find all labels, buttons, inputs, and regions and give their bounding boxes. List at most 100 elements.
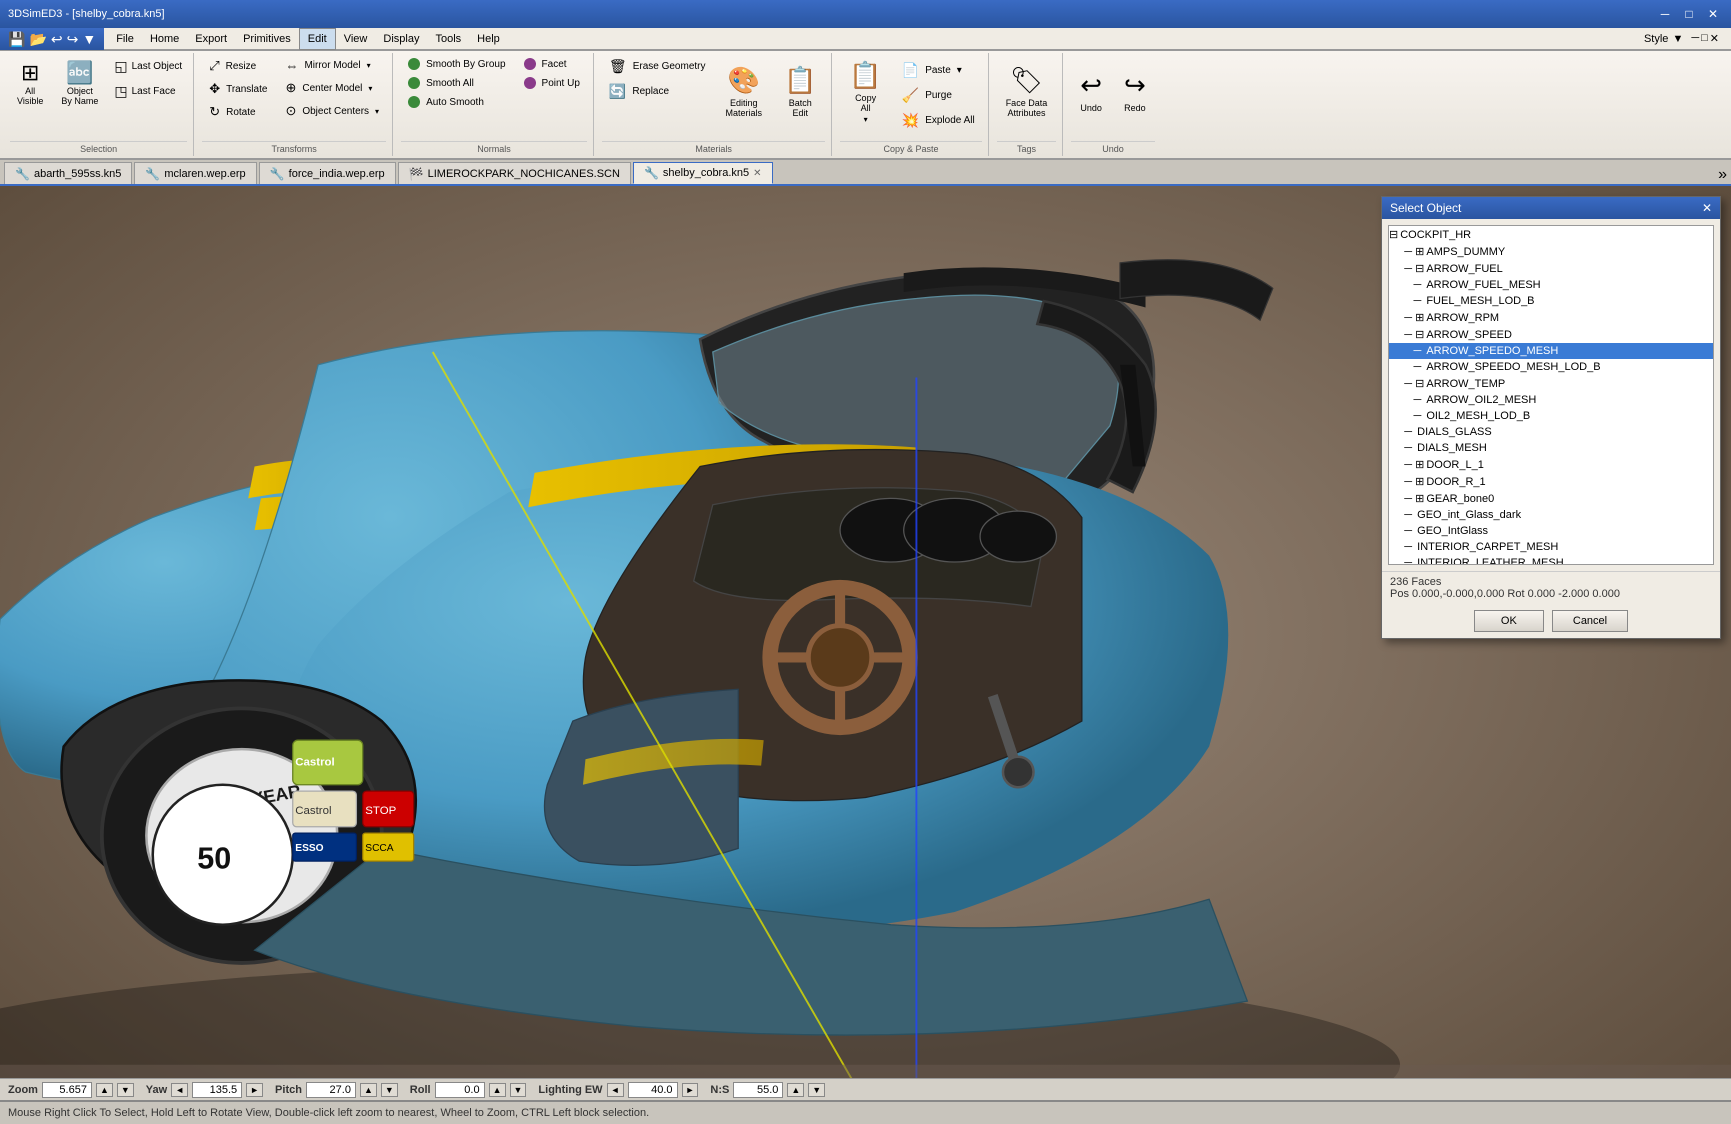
lighting-prev-button[interactable]: ◄: [607, 1083, 624, 1097]
tree-item-gear_bone0[interactable]: ─ ⊞GEAR_bone0: [1389, 490, 1713, 507]
style-dropdown[interactable]: Style ▼: [1644, 33, 1683, 45]
tree-item-cockpit_hr[interactable]: ⊟COCKPIT_HR: [1389, 226, 1713, 243]
tree-item-arrow_rpm[interactable]: ─ ⊞ARROW_RPM: [1389, 309, 1713, 326]
tree-item-geo_int_glass_dark[interactable]: ─ GEO_int_Glass_dark: [1389, 507, 1713, 523]
menu-edit[interactable]: Edit: [299, 28, 336, 50]
tree-item-door_l_1[interactable]: ─ ⊞DOOR_L_1: [1389, 456, 1713, 473]
yaw-next-button[interactable]: ►: [246, 1083, 263, 1097]
undo-button[interactable]: ↩ Undo: [1071, 55, 1111, 127]
translate-button[interactable]: ✥ Translate: [202, 78, 274, 100]
pitch-value[interactable]: 27.0: [306, 1082, 356, 1098]
close-button[interactable]: ✕: [1703, 4, 1723, 24]
inner-minimize[interactable]: ─: [1691, 32, 1699, 45]
pitch-down-button[interactable]: ▼: [381, 1083, 398, 1097]
erase-geometry-button[interactable]: 🗑 Erase Geometry: [602, 55, 713, 78]
zoom-down-button[interactable]: ▼: [117, 1083, 134, 1097]
point-up-button[interactable]: Point Up: [517, 74, 587, 92]
zoom-value[interactable]: 5.657: [42, 1082, 92, 1098]
menu-file[interactable]: File: [108, 28, 142, 50]
paste-button[interactable]: 📄 Paste ▾: [895, 59, 982, 82]
menu-home[interactable]: Home: [142, 28, 187, 50]
tab-force-india[interactable]: 🔧 force_india.wep.erp: [259, 162, 396, 184]
object-centers-button[interactable]: ⊙ Object Centers ▾: [278, 100, 386, 122]
tree-item-arrow_oil2_mesh[interactable]: ─ ARROW_OIL2_MESH: [1389, 392, 1713, 408]
roll-value[interactable]: 0.0: [435, 1082, 485, 1098]
dialog-cancel-button[interactable]: Cancel: [1552, 610, 1628, 632]
purge-button[interactable]: 🧹 Purge: [895, 84, 982, 107]
menu-tools[interactable]: Tools: [427, 28, 469, 50]
tree-item-interior_leather_mesh[interactable]: ─ INTERIOR_LEATHER_MESH: [1389, 555, 1713, 565]
tree-item-interior_carpet_mesh[interactable]: ─ INTERIOR_CARPET_MESH: [1389, 539, 1713, 555]
menu-export[interactable]: Export: [187, 28, 235, 50]
smooth-by-group-button[interactable]: Smooth By Group: [401, 55, 512, 73]
qa-undo-button[interactable]: ↩: [51, 31, 63, 48]
face-data-attributes-button[interactable]: 🏷 Face DataAttributes: [997, 55, 1057, 127]
editing-materials-button[interactable]: 🎨 EditingMaterials: [717, 55, 772, 127]
menu-primitives[interactable]: Primitives: [235, 28, 299, 50]
qa-dropdown-button[interactable]: ▼: [82, 31, 96, 47]
last-face-button[interactable]: ◳ Last Face: [109, 80, 187, 103]
tree-item-arrow_speedo_mesh[interactable]: ─ ARROW_SPEEDO_MESH: [1389, 343, 1713, 359]
smooth-all-button[interactable]: Smooth All: [401, 74, 512, 92]
roll-up-button[interactable]: ▲: [489, 1083, 506, 1097]
menu-view[interactable]: View: [336, 28, 376, 50]
yaw-prev-button[interactable]: ◄: [171, 1083, 188, 1097]
pitch-up-button[interactable]: ▲: [360, 1083, 377, 1097]
roll-down-button[interactable]: ▼: [510, 1083, 527, 1097]
tree-item-amps_dummy[interactable]: ─ ⊞AMPS_DUMMY: [1389, 243, 1713, 260]
facet-button[interactable]: Facet: [517, 55, 587, 73]
tab-shelby[interactable]: 🔧 shelby_cobra.kn5 ✕: [633, 162, 773, 184]
inner-close[interactable]: ✕: [1710, 32, 1719, 45]
replace-button[interactable]: 🔄 Replace: [602, 80, 713, 103]
tree-item-geo_intglass[interactable]: ─ GEO_IntGlass: [1389, 523, 1713, 539]
ns-down-button[interactable]: ▼: [808, 1083, 825, 1097]
inner-maximize[interactable]: □: [1701, 32, 1708, 45]
lighting-value[interactable]: 40.0: [628, 1082, 678, 1098]
object-by-name-button[interactable]: 🔤 ObjectBy Name: [54, 55, 105, 111]
viewport[interactable]: GOODYEAR 50 Castrol Castrol STOP ESSO SC…: [0, 186, 1731, 1078]
last-object-button[interactable]: ◱ Last Object: [109, 55, 187, 78]
redo-button[interactable]: ↪ Redo: [1115, 55, 1155, 127]
auto-smooth-button[interactable]: Auto Smooth: [401, 93, 512, 111]
tree-item-dials_mesh[interactable]: ─ DIALS_MESH: [1389, 440, 1713, 456]
rotate-button[interactable]: ↻ Rotate: [202, 101, 274, 123]
minimize-button[interactable]: ─: [1655, 4, 1675, 24]
tab-abarth[interactable]: 🔧 abarth_595ss.kn5: [4, 162, 132, 184]
tree-item-door_r_1[interactable]: ─ ⊞DOOR_R_1: [1389, 473, 1713, 490]
dialog-tree[interactable]: ⊟COCKPIT_HR ─ ⊞AMPS_DUMMY ─ ⊟ARROW_FUEL …: [1388, 225, 1714, 565]
tree-item-arrow_fuel_mesh[interactable]: ─ ARROW_FUEL_MESH: [1389, 277, 1713, 293]
ns-up-button[interactable]: ▲: [787, 1083, 804, 1097]
tree-item-arrow_speed[interactable]: ─ ⊟ARROW_SPEED: [1389, 326, 1713, 343]
qa-save-button[interactable]: 💾: [8, 31, 25, 48]
tabs-overflow-button[interactable]: »: [1718, 166, 1727, 184]
batch-edit-button[interactable]: 📋 BatchEdit: [775, 55, 825, 127]
tree-item-arrow_temp[interactable]: ─ ⊟ARROW_TEMP: [1389, 375, 1713, 392]
tree-item-oil2_mesh_lod_b[interactable]: ─ OIL2_MESH_LOD_B: [1389, 408, 1713, 424]
tree-item-arrow_speedo_mesh_lod_b[interactable]: ─ ARROW_SPEEDO_MESH_LOD_B: [1389, 359, 1713, 375]
dialog-close-button[interactable]: ✕: [1702, 201, 1712, 215]
tab-limerockpark[interactable]: 🏁 LIMEROCKPARK_NOCHICANES.SCN: [398, 162, 631, 184]
yaw-value[interactable]: 135.5: [192, 1082, 242, 1098]
menu-display[interactable]: Display: [375, 28, 427, 50]
qa-redo-button[interactable]: ↪: [67, 31, 79, 48]
dialog-ok-button[interactable]: OK: [1474, 610, 1544, 632]
center-model-button[interactable]: ⊕ Center Model ▾: [278, 77, 386, 99]
maximize-button[interactable]: □: [1679, 4, 1699, 24]
tree-item-arrow_fuel[interactable]: ─ ⊟ARROW_FUEL: [1389, 260, 1713, 277]
tab-shelby-close[interactable]: ✕: [753, 168, 761, 179]
menu-help[interactable]: Help: [469, 28, 508, 50]
qa-open-button[interactable]: 📂: [29, 31, 46, 48]
tree-item-fuel_mesh_lod_b[interactable]: ─ FUEL_MESH_LOD_B: [1389, 293, 1713, 309]
copy-all-button[interactable]: 📋 CopyAll ▾: [840, 55, 890, 129]
ns-value[interactable]: 55.0: [733, 1082, 783, 1098]
tree-item-dials_glass[interactable]: ─ DIALS_GLASS: [1389, 424, 1713, 440]
tab-mclaren[interactable]: 🔧 mclaren.wep.erp: [134, 162, 256, 184]
mirror-model-button[interactable]: ⇔ Mirror Model ▾: [278, 55, 386, 76]
all-visible-button[interactable]: ⊞ AllVisible: [10, 55, 50, 111]
resize-button[interactable]: ⤢ Resize: [202, 55, 274, 77]
dialog-title-bar[interactable]: Select Object ✕: [1382, 197, 1720, 219]
last-face-label: Last Face: [132, 86, 176, 97]
zoom-up-button[interactable]: ▲: [96, 1083, 113, 1097]
explode-all-button[interactable]: 💥 Explode All: [895, 109, 982, 132]
lighting-next-button[interactable]: ►: [682, 1083, 699, 1097]
